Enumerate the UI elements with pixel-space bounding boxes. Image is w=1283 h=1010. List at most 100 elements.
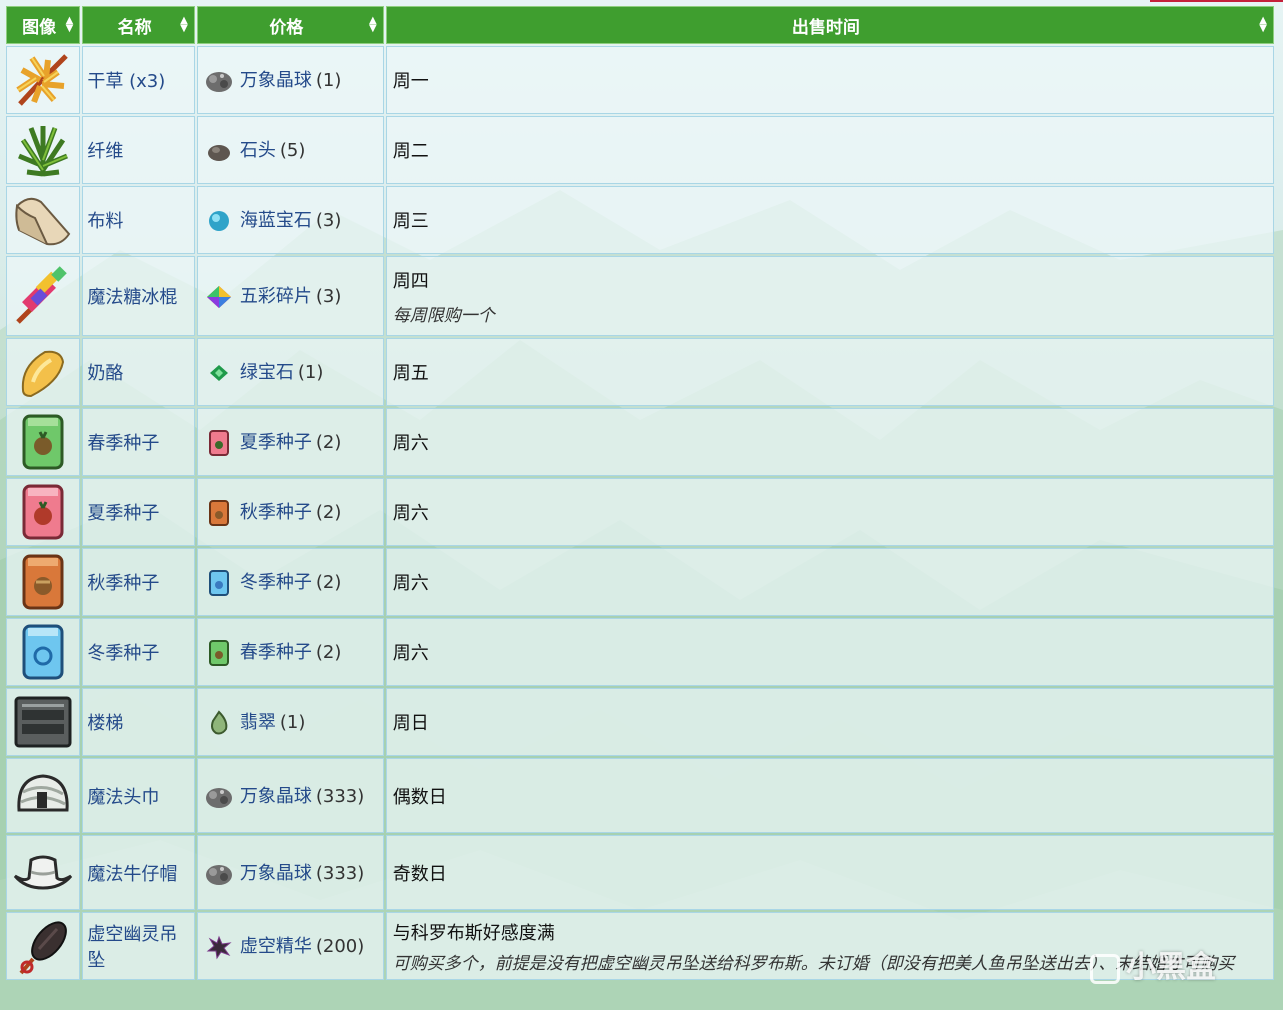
item-name-link[interactable]: 魔法糖冰棍: [82, 256, 195, 336]
sale-time-text: 奇数日: [392, 863, 447, 885]
price-qty: (2): [315, 501, 342, 523]
sale-time-text: 周六: [392, 643, 429, 664]
item-name-link[interactable]: 夏季种子: [82, 478, 195, 546]
top-accent-strip: [1150, 0, 1283, 2]
magic-rock-candy-icon[interactable]: [12, 264, 74, 328]
header-name[interactable]: 名称 ▲ ▼: [82, 6, 195, 44]
header-price[interactable]: 价格 ▲ ▼: [196, 6, 384, 44]
cloth-icon[interactable]: [11, 190, 75, 250]
header-time[interactable]: 出售时间 ▲ ▼: [385, 6, 1274, 44]
price-item-link[interactable]: 石头: [240, 140, 276, 161]
item-image-cell: [6, 338, 81, 406]
price-item-link[interactable]: 万象晶球: [240, 70, 312, 91]
sale-time: 奇数日: [385, 835, 1274, 910]
shop-table: 图像 ▲ ▼ 名称 ▲ ▼ 价格 ▲ ▼ 出售时间 ▲ ▼ 干草 (x3) 万象晶球 (1) 周一: [4, 4, 1276, 982]
fiber-icon[interactable]: [13, 120, 73, 180]
sale-time: 周五: [385, 338, 1274, 406]
jade-icon[interactable]: [204, 709, 234, 737]
item-name-link[interactable]: 干草 (x3): [82, 46, 195, 114]
fall-seeds-icon[interactable]: [18, 552, 68, 612]
item-image-cell: [6, 758, 81, 833]
price-cell: 石头 (5): [196, 116, 384, 184]
item-name-link[interactable]: 冬季种子: [82, 618, 195, 686]
fall-seeds-icon[interactable]: [204, 499, 234, 527]
sale-time-text: 周二: [392, 141, 429, 162]
sale-time-text: 偶数日: [392, 786, 447, 808]
price-cell: 绿宝石 (1): [196, 338, 384, 406]
void-essence-icon[interactable]: [204, 934, 234, 960]
spring-seeds-icon[interactable]: [204, 639, 234, 667]
table-row: 纤维 石头 (5) 周二: [6, 116, 1274, 184]
table-row: 春季种子 夏季种子 (2) 周六: [6, 408, 1274, 476]
item-image-cell: [6, 835, 81, 910]
sort-icon[interactable]: ▲ ▼: [369, 16, 377, 34]
price-qty: (3): [315, 210, 342, 231]
sale-time-text: 周三: [392, 211, 429, 232]
price-cell: 五彩碎片 (3): [196, 256, 384, 336]
aquamarine-icon[interactable]: [204, 208, 234, 234]
price-qty: (333): [315, 785, 365, 807]
price-qty: (2): [315, 431, 342, 453]
price-item-link[interactable]: 冬季种子: [240, 572, 312, 593]
summer-seeds-icon[interactable]: [204, 429, 234, 457]
price-item-link[interactable]: 翡翠: [240, 712, 276, 733]
price-cell: 春季种子 (2): [196, 618, 384, 686]
item-name-link[interactable]: 纤维: [82, 116, 195, 184]
prismatic-orb-icon[interactable]: [204, 784, 234, 810]
sale-time-text: 周日: [392, 713, 429, 734]
table-row: 虚空幽灵吊坠 虚空精华 (200) 与科罗布斯好感度满 可购买多个，前提是没有把虚…: [6, 912, 1274, 980]
price-qty: (333): [315, 862, 365, 884]
cheese-icon[interactable]: [13, 342, 73, 402]
hay-icon[interactable]: [12, 50, 74, 110]
void-ghost-pendant-icon[interactable]: [13, 915, 73, 977]
prismatic-orb-icon[interactable]: [204, 861, 234, 887]
summer-seeds-icon[interactable]: [18, 482, 68, 542]
price-item-link[interactable]: 万象晶球: [240, 863, 312, 884]
winter-seeds-icon[interactable]: [18, 622, 68, 682]
sort-icon[interactable]: ▲ ▼: [180, 16, 188, 34]
sort-icon[interactable]: ▲ ▼: [1259, 16, 1267, 34]
item-name-link[interactable]: 魔法牛仔帽: [82, 835, 195, 910]
item-name-link[interactable]: 魔法头巾: [82, 758, 195, 833]
sale-time-text: 周四: [392, 270, 429, 292]
staircase-icon[interactable]: [12, 692, 74, 752]
price-cell: 翡翠 (1): [196, 688, 384, 756]
item-image-cell: [6, 548, 81, 616]
heybox-logo-icon: [1090, 953, 1120, 984]
price-item-link[interactable]: 夏季种子: [240, 432, 312, 453]
magic-cowboy-hat-icon[interactable]: [11, 848, 75, 898]
price-cell: 万象晶球 (333): [196, 758, 384, 833]
item-name-link[interactable]: 秋季种子: [82, 548, 195, 616]
price-qty: (5): [279, 140, 306, 161]
item-name-link[interactable]: 春季种子: [82, 408, 195, 476]
magic-turban-icon[interactable]: [13, 768, 73, 824]
spring-seeds-icon[interactable]: [18, 412, 68, 472]
table-row: 奶酪 绿宝石 (1) 周五: [6, 338, 1274, 406]
item-name-link[interactable]: 虚空幽灵吊坠: [82, 912, 195, 980]
prismatic-shard-icon[interactable]: [204, 284, 234, 310]
price-item-link[interactable]: 海蓝宝石: [240, 210, 312, 231]
sale-time-text: 周六: [392, 433, 429, 454]
price-item-link[interactable]: 万象晶球: [240, 786, 312, 807]
table-row: 楼梯 翡翠 (1) 周日: [6, 688, 1274, 756]
price-item-link[interactable]: 五彩碎片: [240, 286, 312, 307]
item-name-link[interactable]: 奶酪: [82, 338, 195, 406]
sort-icon[interactable]: ▲ ▼: [66, 16, 74, 34]
price-item-link[interactable]: 虚空精华: [240, 936, 312, 957]
item-image-cell: [6, 478, 81, 546]
prismatic-orb-icon[interactable]: [204, 68, 234, 94]
table-row: 魔法糖冰棍 五彩碎片 (3) 周四 每周限购一个: [6, 256, 1274, 336]
price-cell: 海蓝宝石 (3): [196, 186, 384, 254]
header-image[interactable]: 图像 ▲ ▼: [6, 6, 81, 44]
item-name-link[interactable]: 楼梯: [82, 688, 195, 756]
stone-icon[interactable]: [204, 138, 234, 164]
item-name-link[interactable]: 布料: [82, 186, 195, 254]
sale-time: 周六: [385, 478, 1274, 546]
price-cell: 夏季种子 (2): [196, 408, 384, 476]
price-qty: (1): [297, 362, 324, 383]
price-item-link[interactable]: 秋季种子: [240, 502, 312, 523]
price-item-link[interactable]: 春季种子: [240, 642, 312, 663]
emerald-icon[interactable]: [204, 360, 234, 386]
price-item-link[interactable]: 绿宝石: [240, 362, 294, 383]
winter-seeds-icon[interactable]: [204, 569, 234, 597]
